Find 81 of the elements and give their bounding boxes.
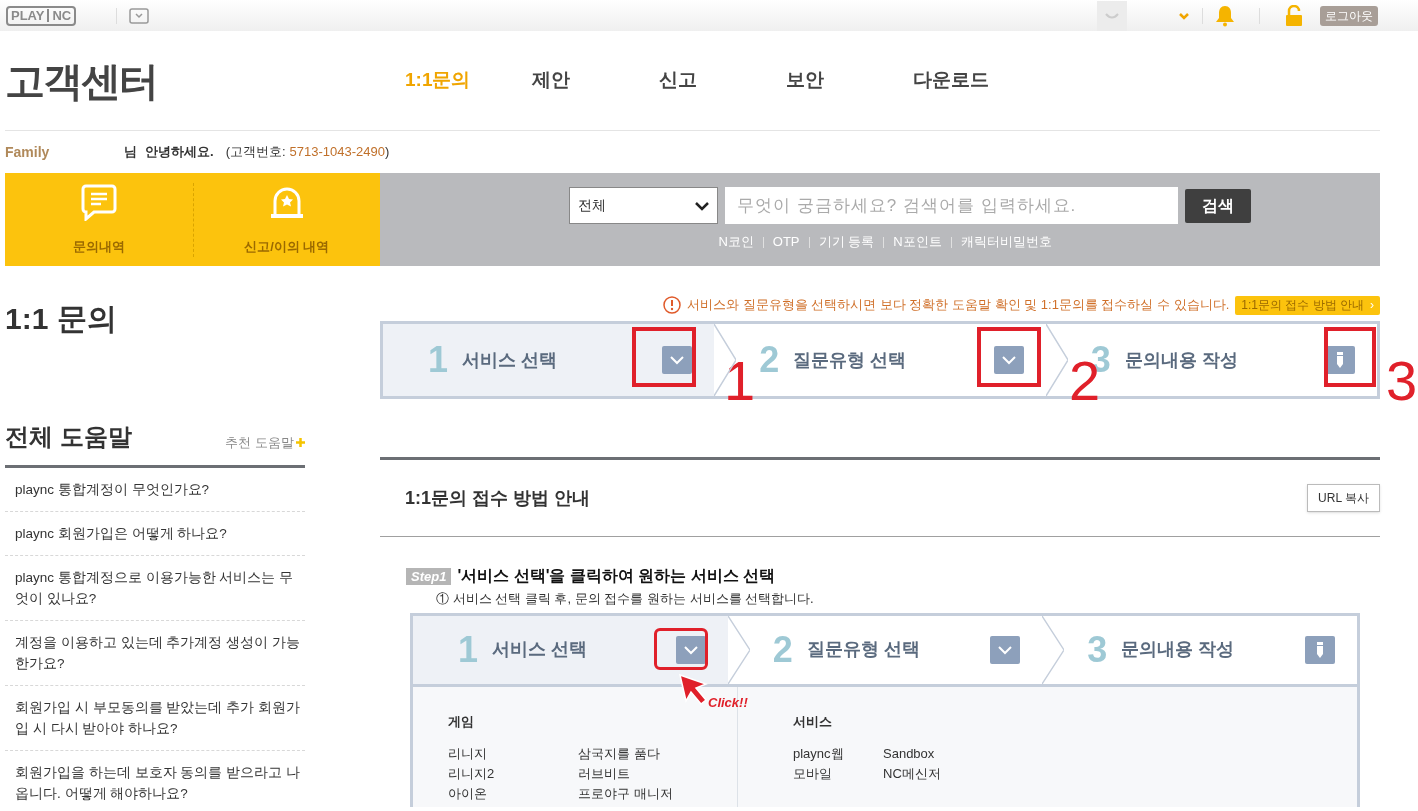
name-suffix: 님	[124, 143, 137, 162]
chevron-divider	[727, 615, 750, 684]
notice-text: 서비스와 질문유형을 선택하시면 보다 정확한 도움말 확인 및 1:1문의를 접수하실 수 있습니다.	[686, 296, 1230, 315]
help-article-link[interactable]: 회원가입 시 부모동의를 받았는데 추가 회원가입 시 다시 받아야 하나요?	[15, 697, 305, 739]
section-title: 전체 도움말	[5, 422, 132, 452]
pencil-icon	[1337, 352, 1343, 368]
customer-number: 5713-1043-2490	[289, 143, 385, 162]
greeting-text: 안녕하세요.	[145, 143, 214, 162]
menu-item[interactable]: 모바일	[793, 764, 883, 784]
chevron-down-icon	[1000, 355, 1017, 365]
menu-heading: 서비스	[793, 712, 833, 731]
page-title: 1:1 문의	[5, 301, 118, 337]
menu-item[interactable]: NC메신저	[883, 764, 983, 784]
help-article-link[interactable]: plaync 통합계정으로 이용가능한 서비스는 무엇이 있나요?	[15, 567, 305, 609]
chevron-down-icon	[669, 355, 686, 365]
menu-item[interactable]: Sandbox	[883, 744, 983, 764]
menu-item[interactable]: 아이온	[448, 784, 578, 804]
menu-item[interactable]: 러브비트	[578, 764, 728, 784]
bell-icon	[1215, 4, 1235, 27]
nav-tab[interactable]: 제안	[532, 66, 659, 95]
step-badge: Step1	[406, 567, 452, 585]
write-button[interactable]	[1305, 635, 1335, 664]
site-title: 고객센터	[5, 57, 158, 105]
annotation-number: 3	[1386, 353, 1418, 409]
lock-icon	[1284, 4, 1304, 27]
step-label: 문의내용 작성	[1121, 638, 1236, 661]
click-label: Click!!	[708, 693, 748, 712]
dropdown-icon	[129, 7, 150, 24]
pencil-icon	[1317, 641, 1323, 658]
step-label: 질문유형 선택	[793, 348, 908, 372]
step-description: ① 서비스 선택 클릭 후, 문의 접수를 원하는 서비스를 선택합니다.	[435, 590, 815, 608]
nav-tab[interactable]: 보안	[786, 66, 913, 95]
help-article-link[interactable]: 계정을 이용하고 있는데 추가계정 생성이 가능한가요?	[15, 632, 305, 674]
copy-url-button[interactable]: URL 복사	[1307, 484, 1380, 512]
warning-icon	[662, 296, 681, 314]
caret-icon	[1178, 11, 1190, 20]
dropdown-button[interactable]	[675, 635, 706, 664]
menu-item[interactable]: 프로야구 매니저	[578, 784, 728, 804]
dropdown-button[interactable]	[993, 346, 1024, 374]
menu-item[interactable]: 삼국지를 품다	[578, 744, 728, 764]
parenthesis: )	[385, 143, 390, 162]
annotation-number: 1	[724, 353, 756, 409]
nav-tab[interactable]: 신고	[659, 66, 786, 95]
annotation-box	[632, 327, 696, 387]
step-number: 2	[759, 338, 780, 382]
customer-number-label: (고객번호:	[225, 143, 286, 162]
menu-item[interactable]: 리니지2	[448, 764, 578, 784]
chat-icon	[80, 182, 117, 221]
help-article-link[interactable]: plaync 회원가입은 어떻게 하나요?	[15, 523, 305, 544]
step-number: 3	[1087, 627, 1108, 672]
dropdown-button[interactable]	[662, 346, 693, 374]
guide-title: 1:1문의 접수 방법 안내	[405, 486, 591, 510]
help-article-link[interactable]: 회원가입을 하는데 보호자 동의를 받으라고 나옵니다. 어떻게 해야하나요?	[15, 762, 305, 804]
highlight-box	[654, 627, 708, 670]
annotation-box	[977, 327, 1041, 387]
chevron-down-icon	[695, 200, 709, 211]
annotation-box	[1324, 327, 1376, 387]
member-grade: Family	[5, 142, 51, 162]
menu-item[interactable]: 리니지	[448, 744, 578, 764]
chevron-down-icon	[682, 644, 699, 655]
step-title: '서비스 선택'을 클릭하여 원하는 서비스 선택	[457, 566, 776, 586]
dropdown-button[interactable]	[990, 635, 1021, 664]
menu-item[interactable]: plaync웹	[793, 744, 883, 764]
chevron-divider	[1042, 615, 1065, 684]
recommended-help-link[interactable]: 추천 도움말	[225, 432, 305, 452]
search-button[interactable]: 검색	[1185, 188, 1251, 223]
nav-tab[interactable]: 다운로드	[913, 66, 1040, 95]
step-label: 서비스 선택	[462, 348, 559, 372]
chevron-divider	[1045, 324, 1068, 396]
menu-heading: 게임	[448, 712, 475, 731]
step-number: 1	[428, 338, 449, 382]
search-field[interactable]: 무엇이 궁금하세요? 검색어를 입력하세요.	[725, 187, 1178, 225]
chevron-down-icon	[997, 644, 1014, 655]
step-number: 2	[772, 627, 793, 672]
step-label: 질문유형 선택	[806, 638, 921, 661]
category-select[interactable]: 전체	[569, 187, 718, 225]
step-label: 서비스 선택	[492, 638, 589, 661]
step-label: 문의내용 작성	[1124, 348, 1239, 372]
help-article-link[interactable]: plaync 통합계정이 무엇인가요?	[15, 479, 305, 500]
plus-icon	[296, 437, 305, 447]
step-number: 1	[458, 627, 479, 672]
